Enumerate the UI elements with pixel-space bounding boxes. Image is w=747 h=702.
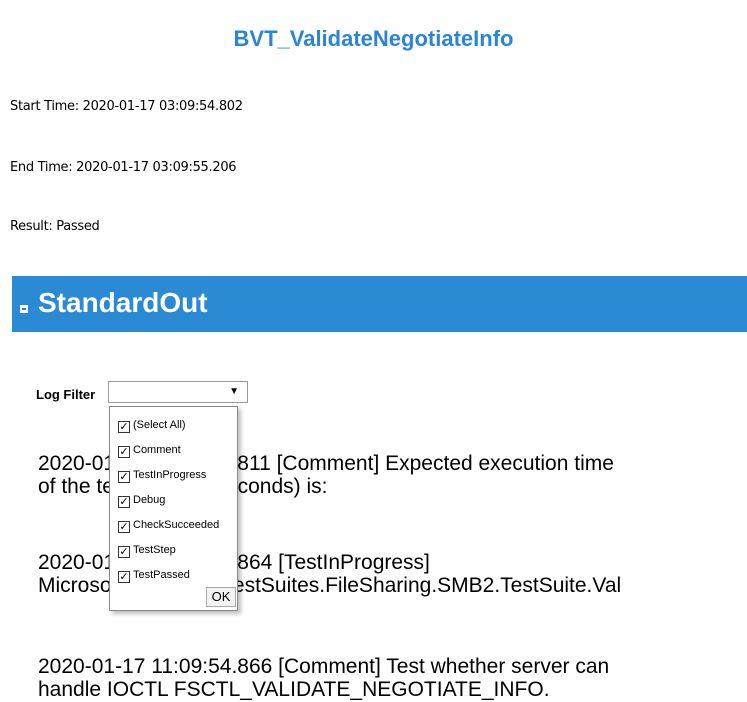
dropdown-arrow-icon: ▼ [229,386,239,397]
result: Result: Passed [10,219,100,234]
filter-option-label: TestStep [133,544,176,556]
checkbox-checked-icon[interactable]: ✓ [118,521,130,533]
filter-option-label: Comment [133,444,181,456]
collapse-icon[interactable] [20,305,28,313]
start-time: Start Time: 2020-01-17 03:09:54.802 [10,99,243,114]
page-title: BVT_ValidateNegotiateInfo [233,26,514,51]
checkbox-checked-icon[interactable]: ✓ [118,496,130,508]
filter-option-label: TestInProgress [133,469,207,481]
filter-option-debug[interactable]: ✓ Debug [118,492,165,508]
checkbox-checked-icon[interactable]: ✓ [118,421,130,433]
filter-option-select-all[interactable]: ✓ (Select All) [118,417,186,433]
filter-option-label: CheckSucceeded [133,519,220,531]
end-time: End Time: 2020-01-17 03:09:55.206 [10,160,237,175]
log-entry-3-line-1: 2020-01-17 11:09:54.866 [Comment] Test w… [38,655,610,678]
filter-option-testinprogress[interactable]: ✓ TestInProgress [118,467,206,483]
log-entry-3-line-2: handle IOCTL FSCTL_VALIDATE_NEGOTIATE_IN… [38,678,550,701]
log-filter-select[interactable]: ▼ [108,381,248,403]
log-filter-label: Log Filter [36,387,96,402]
section-title: StandardOut [38,287,208,318]
checkbox-checked-icon[interactable]: ✓ [118,546,130,558]
log-filter-dropdown: ✓ (Select All) ✓ Comment ✓ TestInProgress ✓… [109,406,238,611]
filter-option-comment[interactable]: ✓ Comment [118,442,181,458]
checkbox-checked-icon[interactable]: ✓ [118,446,130,458]
ok-button[interactable]: OK [206,587,236,607]
filter-option-teststep[interactable]: ✓ TestStep [118,542,176,558]
checkbox-checked-icon[interactable]: ✓ [118,471,130,483]
filter-option-label: Debug [133,494,166,506]
filter-option-checksucceeded[interactable]: ✓ CheckSucceeded [118,517,219,533]
checkbox-checked-icon[interactable]: ✓ [118,571,130,583]
filter-option-label: TestPassed [133,569,190,581]
standardout-section-header[interactable]: StandardOut [12,276,747,332]
filter-option-label: (Select All) [133,419,186,431]
filter-option-testpassed[interactable]: ✓ TestPassed [118,567,190,583]
